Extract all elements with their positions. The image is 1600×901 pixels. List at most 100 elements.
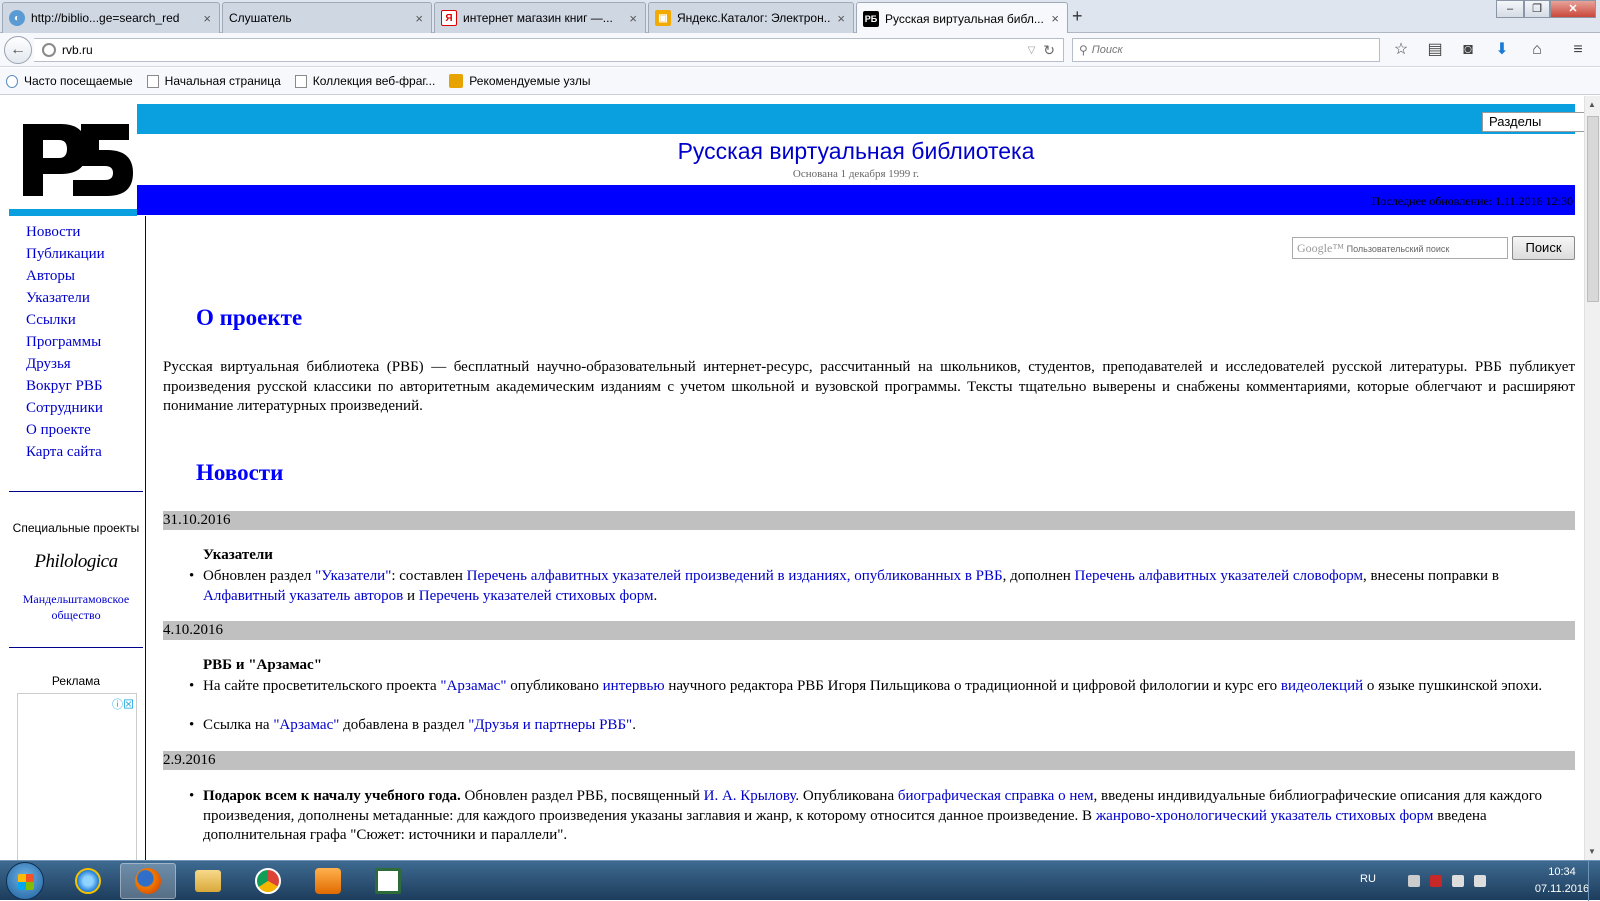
minimize-button[interactable]: –	[1496, 0, 1524, 18]
indexes-link[interactable]: "Указатели"	[315, 568, 391, 584]
news-text: добавлена в раздел	[339, 717, 469, 733]
ad-info-icon[interactable]: ⓘ⊠	[112, 696, 134, 712]
close-tab-icon[interactable]: ×	[629, 11, 637, 26]
nav-staff[interactable]: Сотрудники	[26, 397, 105, 419]
bookmark-web-slices[interactable]: Коллекция веб-фраг...	[294, 74, 435, 88]
address-bar[interactable]: ▽ ↻	[34, 38, 1064, 62]
bookmark-frequent[interactable]: Часто посещаемые	[6, 74, 133, 88]
philologica-link[interactable]: Philologica	[9, 551, 143, 573]
authors-index-link[interactable]: Алфавитный указатель авторов	[203, 588, 403, 604]
menu-icon[interactable]: ≡	[1568, 40, 1588, 60]
site-title[interactable]: Русская виртуальная библиотека	[137, 138, 1575, 165]
reload-icon[interactable]: ↻	[1043, 42, 1055, 59]
show-desktop-button[interactable]	[1588, 861, 1600, 901]
google-search-button[interactable]: Поиск	[1512, 236, 1575, 260]
nav-indexes[interactable]: Указатели	[26, 287, 105, 309]
krylov-link[interactable]: И. А. Крылову	[704, 788, 796, 804]
ad-box[interactable]: ⓘ⊠	[17, 693, 137, 860]
tab-0[interactable]: ◐ http://biblio...ge=search_red ×	[2, 2, 220, 33]
firefox-icon[interactable]	[120, 863, 176, 899]
news-text: опубликовано	[506, 678, 603, 694]
scrollbar-thumb[interactable]	[1587, 116, 1599, 302]
antivirus-icon[interactable]	[1430, 875, 1442, 887]
biography-link[interactable]: биографическая справка о нем	[898, 788, 1094, 804]
tab-title: http://biblio...ge=search_red	[31, 11, 180, 25]
tab-4[interactable]: РБ Русская виртуальная библ... ×	[856, 2, 1068, 34]
mandelstam-society-link[interactable]: Мандельштамовское общество	[9, 591, 143, 623]
tab-3[interactable]: ▣ Яндекс.Каталог: Электрон... ×	[648, 2, 854, 33]
action-center-icon[interactable]	[1408, 875, 1420, 887]
vertical-scrollbar[interactable]: ▲ ▼	[1584, 96, 1600, 860]
video-lectures-link[interactable]: видеолекций	[1281, 678, 1363, 694]
site-logo[interactable]	[9, 112, 137, 216]
news-text: .	[653, 587, 658, 604]
genre-chronology-index-link[interactable]: жанрово-хронологический указатель стихов…	[1096, 808, 1434, 824]
nav-about[interactable]: О проекте	[26, 419, 105, 441]
history-dropdown-icon[interactable]: ▽	[1028, 45, 1036, 56]
nav-programs[interactable]: Программы	[26, 331, 105, 353]
close-tab-icon[interactable]: ×	[1051, 11, 1059, 26]
downloads-icon[interactable]: ⬇	[1492, 40, 1512, 60]
bookmark-start-page[interactable]: Начальная страница	[146, 74, 281, 88]
close-tab-icon[interactable]: ×	[203, 11, 211, 26]
nav-sitemap[interactable]: Карта сайта	[26, 441, 105, 463]
tab-2[interactable]: Я интернет магазин книг —... ×	[434, 2, 646, 33]
close-tab-icon[interactable]: ×	[837, 11, 845, 26]
site-identity-icon[interactable]	[42, 43, 56, 57]
interview-link[interactable]: интервью	[603, 678, 665, 694]
bookmark-star-icon[interactable]: ☆	[1391, 40, 1411, 60]
volume-icon[interactable]	[1474, 875, 1486, 887]
news-text: Обновлен раздел РВБ, посвященный	[460, 788, 704, 804]
file-explorer-icon[interactable]	[180, 863, 236, 899]
close-window-button[interactable]: ✕	[1550, 0, 1596, 18]
home-icon[interactable]: ⌂	[1527, 40, 1547, 60]
arzamas-link[interactable]: "Арзамас"	[273, 717, 339, 733]
close-tab-icon[interactable]: ×	[415, 11, 423, 26]
wordform-indexes-link[interactable]: Перечень алфавитных указателей словоформ	[1075, 568, 1363, 584]
tab-title: интернет магазин книг —...	[463, 11, 613, 25]
maximize-button[interactable]: ❐	[1524, 0, 1550, 18]
pocket-icon[interactable]: ◙	[1458, 40, 1478, 60]
reading-list-icon[interactable]: ▤	[1425, 40, 1445, 60]
scroll-up-icon[interactable]: ▲	[1588, 100, 1596, 109]
nav-news[interactable]: Новости	[26, 221, 105, 243]
news-date: 4.10.2016	[163, 621, 1575, 640]
globe-icon: ◐	[9, 10, 25, 26]
friends-partners-link[interactable]: "Друзья и партнеры РВБ"	[468, 717, 632, 733]
media-player-icon[interactable]	[300, 863, 356, 899]
search-bar[interactable]: ⚲	[1072, 38, 1380, 62]
nav-publications[interactable]: Публикации	[26, 243, 105, 265]
google-search-input[interactable]: Google™ Пользовательский поиск	[1292, 237, 1508, 259]
language-indicator[interactable]: RU	[1360, 873, 1376, 885]
verse-forms-link[interactable]: Перечень указателей стиховых форм	[419, 588, 654, 604]
sections-select[interactable]: Разделы ▼	[1482, 112, 1584, 132]
taskbar: RU 10:34 07.11.2016	[0, 860, 1600, 901]
bookmark-label: Начальная страница	[164, 74, 281, 88]
bookmark-icon: ▣	[655, 10, 671, 26]
arzamas-link[interactable]: "Арзамас"	[440, 678, 506, 694]
network-icon[interactable]	[1452, 875, 1464, 887]
url-input[interactable]	[62, 43, 1028, 57]
back-button[interactable]: ←	[4, 36, 32, 64]
tab-bar: ◐ http://biblio...ge=search_red × Слушат…	[0, 0, 1600, 34]
nav-authors[interactable]: Авторы	[26, 265, 105, 287]
news-item: Обновлен раздел "Указатели": составлен П…	[189, 567, 1575, 606]
header-title-area: Русская виртуальная библиотека Основана …	[137, 134, 1575, 185]
bookmark-suggested-sites[interactable]: Рекомендуемые узлы	[449, 74, 590, 88]
start-button[interactable]	[6, 862, 44, 900]
new-tab-icon[interactable]: +	[1072, 6, 1083, 27]
chrome-icon[interactable]	[240, 863, 296, 899]
internet-explorer-icon[interactable]	[60, 863, 116, 899]
nav-links[interactable]: Ссылки	[26, 309, 105, 331]
tab-title: Русская виртуальная библ...	[885, 11, 1044, 26]
nav-around[interactable]: Вокруг РВБ	[26, 375, 105, 397]
search-input[interactable]	[1091, 44, 1379, 56]
tab-1[interactable]: Слушатель ×	[222, 2, 432, 33]
scroll-down-icon[interactable]: ▼	[1588, 847, 1596, 856]
news-date: 2.9.2016	[163, 751, 1575, 770]
clock-time[interactable]: 10:34	[1532, 866, 1592, 878]
nav-friends[interactable]: Друзья	[26, 353, 105, 375]
tab-title: Яндекс.Каталог: Электрон...	[677, 11, 832, 25]
presentation-icon[interactable]	[360, 863, 416, 899]
alphabetical-indexes-link[interactable]: Перечень алфавитных указателей произведе…	[467, 568, 1003, 584]
